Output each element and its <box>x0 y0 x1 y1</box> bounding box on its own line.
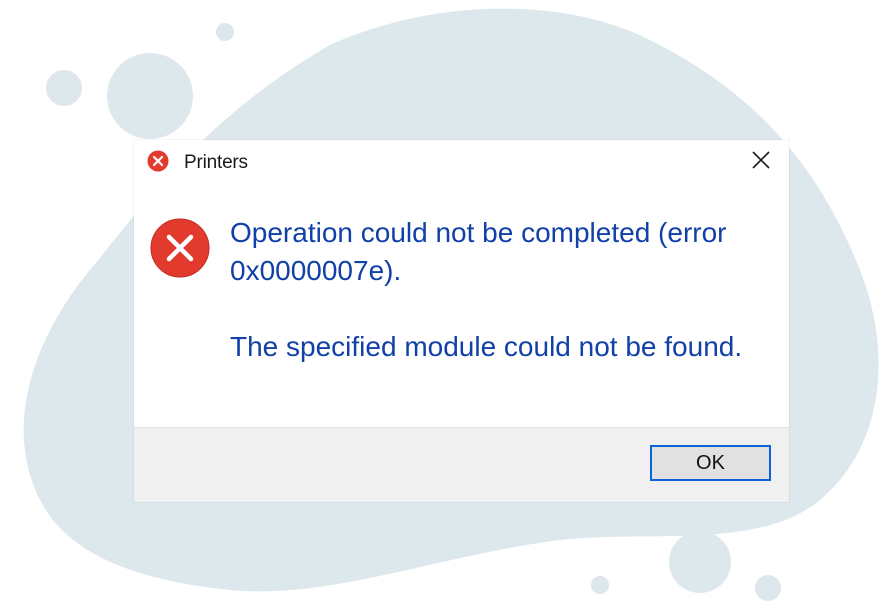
dialog-title: Printers <box>184 152 248 173</box>
background-dot-bottom-large <box>669 531 731 593</box>
background-dot-bottom-small <box>591 576 609 594</box>
background-dot-medium <box>46 70 82 106</box>
error-icon <box>150 218 210 278</box>
background-dot-bottom-medium <box>755 575 781 601</box>
screenshot-stage: Printers Operation could not be complete… <box>0 0 882 612</box>
error-message-line2: The specified module could not be found. <box>230 331 743 362</box>
close-icon <box>751 150 771 175</box>
error-message-line1: Operation could not be completed (error … <box>230 217 727 286</box>
background-dot-large <box>107 53 193 139</box>
ok-button[interactable]: OK <box>650 445 771 481</box>
dialog-titlebar[interactable]: Printers <box>134 140 789 184</box>
dialog-content: Operation could not be completed (error … <box>134 184 789 428</box>
error-icon <box>147 150 169 172</box>
dialog-footer: OK <box>134 427 789 502</box>
error-message: Operation could not be completed (error … <box>230 214 775 366</box>
background-dot-small <box>216 23 234 41</box>
close-button[interactable] <box>741 144 781 180</box>
error-dialog: Printers Operation could not be complete… <box>134 140 789 502</box>
